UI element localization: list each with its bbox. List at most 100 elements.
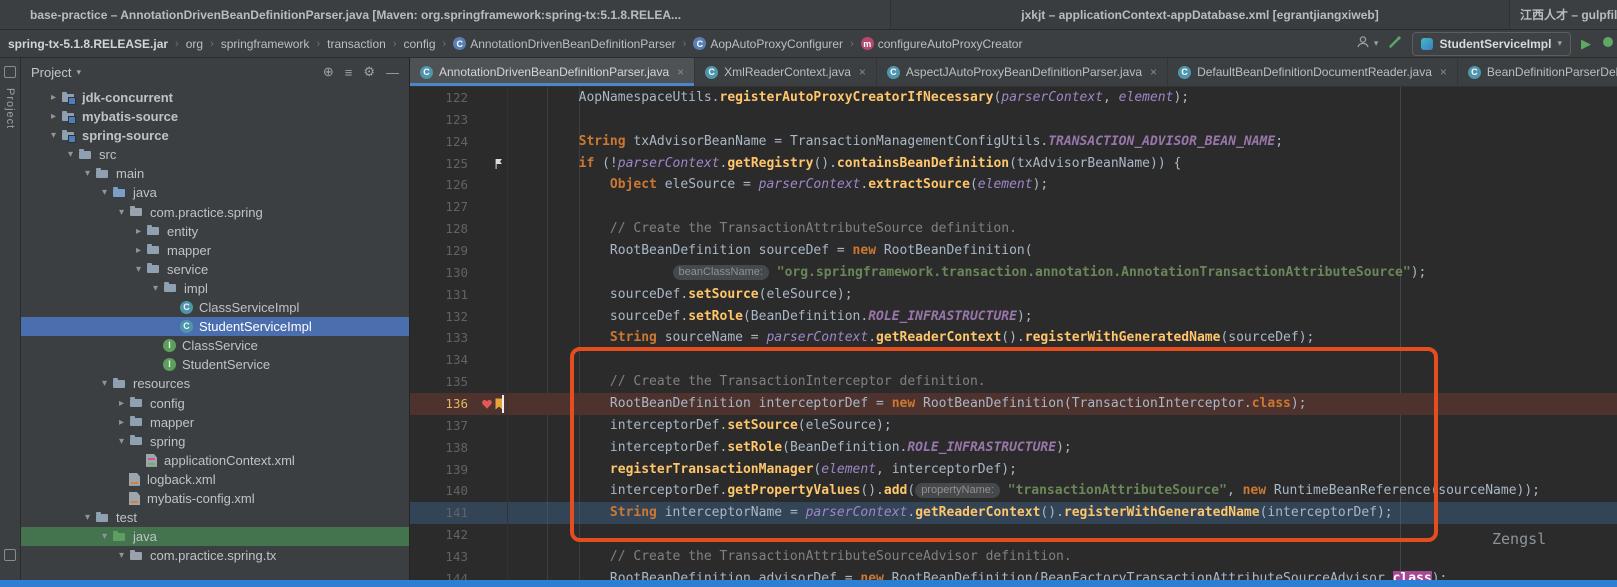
gutter[interactable]: 138 [410,437,508,459]
breadcrumb-item-spring-tx-5-1-8-release-jar[interactable]: spring-tx-5.1.8.RELEASE.jar [8,37,168,51]
gutter[interactable]: 139 [410,459,508,481]
tree-item-impl[interactable]: ▾impl [21,279,409,298]
run-configuration-select[interactable]: StudentServiceImpl ▾ [1412,32,1571,56]
tree-item-studentserviceimpl[interactable]: CStudentServiceImpl [21,317,409,336]
code-line[interactable]: interceptorDef.getPropertyValues().add(p… [508,480,1540,502]
gutter[interactable]: 133 [410,327,508,349]
breadcrumb-item-config[interactable]: config [403,37,435,51]
profile-icon[interactable] [1356,35,1370,52]
tree-item-classserviceimpl[interactable]: CClassServiceImpl [21,298,409,317]
gutter[interactable]: 131 [410,284,508,306]
code-line[interactable] [508,349,516,371]
gutter[interactable]: 129 [410,240,508,262]
chevron-right-icon[interactable]: ▸ [46,107,61,126]
code-line[interactable]: sourceDef.setRole(BeanDefinition.ROLE_IN… [508,306,1033,328]
gutter[interactable]: 135 [410,371,508,393]
project-stripe-label[interactable]: Project [4,88,16,129]
run-button[interactable]: ▶ [1581,36,1591,52]
tree-item-test[interactable]: ▾test [21,508,409,527]
chevron-right-icon[interactable]: ▸ [114,394,129,413]
tab-beandefinitionparserdelegate-java[interactable]: CBeanDefinitionParserDelegate.java× [1458,58,1617,86]
code-line[interactable]: registerTransactionManager(element, inte… [508,459,1017,481]
code-editor[interactable]: 122 AopNamespaceUtils.registerAutoProxyC… [410,87,1617,587]
tree-item-jdk-concurrent[interactable]: ▸jdk-concurrent [21,88,409,107]
code-line[interactable]: // Create the TransactionAttributeSource… [508,546,1072,568]
tree-item-mybatis-config-xml[interactable]: mybatis-config.xml [21,489,409,508]
tree-item-mapper[interactable]: ▸mapper [21,241,409,260]
chevron-down-icon[interactable]: ▾ [97,374,112,393]
chevron-down-icon[interactable]: ▾ [97,527,112,546]
gutter[interactable]: 124 [410,131,508,153]
chevron-right-icon[interactable]: ▸ [46,88,61,107]
chevron-down-icon[interactable]: ▾ [46,126,61,145]
tree-item-resources[interactable]: ▾resources [21,374,409,393]
gutter[interactable]: 134 [410,349,508,371]
tab-aspectjautoproxybeandefinitionparser-java[interactable]: CAspectJAutoProxyBeanDefinitionParser.ja… [877,58,1168,86]
code-line[interactable]: String sourceName = parserContext.getRea… [508,327,1314,349]
code-line[interactable]: // Create the TransactionAttributeSource… [508,218,1017,240]
breadcrumb-item-springframework[interactable]: springframework [221,37,310,51]
tree-item-logback-xml[interactable]: logback.xml [21,470,409,489]
tree-item-com-practice-spring[interactable]: ▾com.practice.spring [21,203,409,222]
gutter[interactable]: 137 [410,415,508,437]
code-line[interactable]: sourceDef.setSource(eleSource); [508,284,853,306]
chevron-right-icon[interactable]: ▸ [131,241,146,260]
breadcrumb-item-aopautoproxyconfigurer[interactable]: CAopAutoProxyConfigurer [693,37,843,51]
code-line[interactable]: AopNamespaceUtils.registerAutoProxyCreat… [508,87,1189,109]
gutter[interactable]: 122 [410,87,508,109]
chevron-right-icon[interactable]: ▸ [131,222,146,241]
chevron-down-icon[interactable]: ▾ [114,546,129,565]
gutter[interactable]: 128 [410,218,508,240]
gutter[interactable]: 136 [410,393,508,415]
tree-item-spring[interactable]: ▾spring [21,432,409,451]
chevron-down-icon[interactable]: ▾ [97,183,112,202]
tree-item-java[interactable]: ▾java [21,527,409,546]
gutter[interactable]: 125 [410,153,508,175]
chevron-down-icon[interactable]: ▾ [80,508,95,527]
code-line[interactable]: beanClassName: "org.springframework.tran… [508,262,1426,284]
code-line[interactable] [508,196,516,218]
chevron-down-icon[interactable]: ▾ [63,145,78,164]
code-line[interactable]: Object eleSource = parserContext.extract… [508,174,1048,196]
tree-item-entity[interactable]: ▸entity [21,222,409,241]
close-tab-icon[interactable]: × [677,65,684,79]
breadcrumb-item-org[interactable]: org [186,37,203,51]
project-tool-icon[interactable] [4,66,16,78]
chevron-down-icon[interactable]: ▾ [114,432,129,451]
gutter[interactable]: 142 [410,524,508,546]
tree-item-main[interactable]: ▾main [21,164,409,183]
tab-annotationdrivenbeandefinitionparser-java[interactable]: CAnnotationDrivenBeanDefinitionParser.ja… [410,58,695,86]
close-tab-icon[interactable]: × [1150,65,1157,79]
project-header-label[interactable]: Project [31,65,71,80]
close-tab-icon[interactable]: × [1440,65,1447,79]
code-line[interactable]: RootBeanDefinition sourceDef = new RootB… [508,240,1033,262]
tree-item-src[interactable]: ▾src [21,145,409,164]
tab-xmlreadercontext-java[interactable]: CXmlReaderContext.java× [695,58,877,86]
code-line[interactable]: interceptorDef.setSource(eleSource); [508,415,892,437]
tree-item-mybatis-source[interactable]: ▸mybatis-source [21,107,409,126]
gutter[interactable]: 130 [410,262,508,284]
code-line[interactable] [508,524,516,546]
tree-item-service[interactable]: ▾service [21,260,409,279]
debug-icon[interactable] [1601,35,1615,52]
tree-item-mapper[interactable]: ▸mapper [21,413,409,432]
code-line[interactable] [508,109,516,131]
gutter[interactable]: 126 [410,174,508,196]
tree-item-com-practice-spring-tx[interactable]: ▾com.practice.spring.tx [21,546,409,565]
chevron-down-icon[interactable]: ▾ [80,164,95,183]
breadcrumb-item-transaction[interactable]: transaction [327,37,386,51]
gutter[interactable]: 127 [410,196,508,218]
gutter[interactable]: 132 [410,306,508,328]
tree-item-studentservice[interactable]: IStudentService [21,355,409,374]
brush-icon[interactable] [1388,35,1402,52]
breadcrumb-item-annotationdrivenbeandefinitionparser[interactable]: CAnnotationDrivenBeanDefinitionParser [453,37,675,51]
code-line[interactable]: String txAdvisorBeanName = TransactionMa… [508,131,1283,153]
tab-defaultbeandefinitiondocumentreader-java[interactable]: CDefaultBeanDefinitionDocumentReader.jav… [1168,58,1458,86]
gutter[interactable]: 140 [410,480,508,502]
code-line[interactable]: RootBeanDefinition interceptorDef = new … [508,393,1307,415]
structure-tool-icon[interactable] [4,549,16,561]
code-line[interactable]: interceptorDef.setRole(BeanDefinition.RO… [508,437,1072,459]
hide-panel-icon[interactable]: — [386,65,399,80]
gutter[interactable]: 143 [410,546,508,568]
gutter[interactable]: 123 [410,109,508,131]
